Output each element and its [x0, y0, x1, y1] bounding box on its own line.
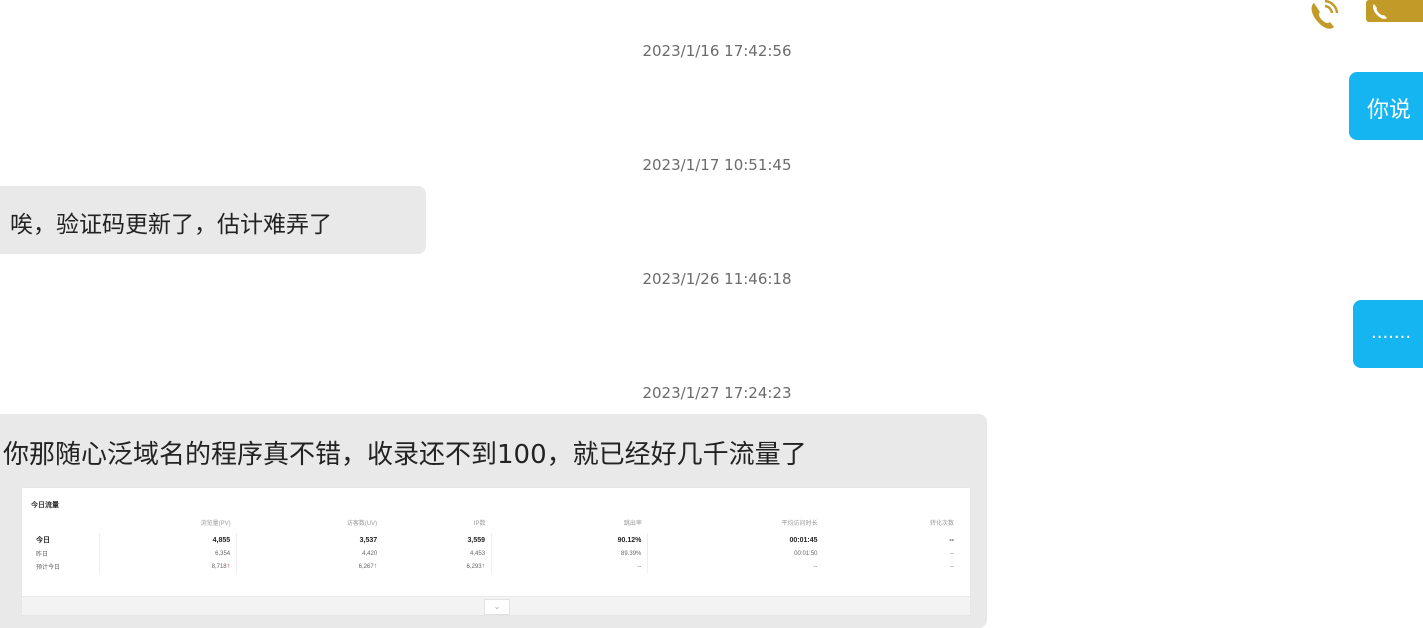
up-arrow-icon: ↑ [373, 563, 378, 570]
stats-title: 今日流量 [31, 502, 59, 509]
incoming-message[interactable]: 唉，验证码更新了，估计难弄了 [0, 186, 426, 254]
stats-col-header [30, 516, 100, 533]
stats-cell-value: 6,293 [466, 564, 482, 570]
stats-cell: -- [950, 563, 954, 570]
stats-cell: 89.39% [491, 547, 648, 560]
phone-icon[interactable] [1308, 0, 1338, 32]
outgoing-message[interactable]: 你说 [1349, 72, 1423, 140]
up-arrow-icon: ↑ [481, 563, 486, 570]
stats-col-header: 转化次数 [929, 521, 954, 527]
handset-icon[interactable] [1366, 0, 1423, 22]
stats-footer: ⌄ [22, 596, 970, 615]
stats-cell: 00:01:45 [647, 533, 824, 547]
incoming-message-text: 你那随心泛域名的程序真不错，收录还不到100，就已经好几千流量了 [3, 440, 807, 470]
message-timestamp: 2023/1/27 17:24:23 [642, 384, 792, 402]
chat-toolbar [1300, 0, 1423, 36]
message-timestamp: 2023/1/16 17:42:56 [642, 42, 792, 60]
stats-row: 昨日 6,354 4,420 4,453 89.39% 00:01:50 -- [30, 547, 960, 560]
stats-cell: 3,537 [236, 533, 384, 547]
stats-row: 今日 4,855 3,537 3,559 90.12% 00:01:45 -- [30, 533, 960, 547]
stats-cell: 4,453 [470, 550, 486, 557]
stats-col-header: 浏览量(PV) [200, 521, 231, 527]
stats-table: 浏览量(PV) 访客数(UV) IP数 跳出率 平均访问时长 转化次数 今日 4… [30, 516, 960, 573]
outgoing-message[interactable]: ....... [1353, 300, 1423, 368]
stats-row-label: 昨日 [36, 552, 49, 558]
stats-row-label: 今日 [36, 537, 50, 544]
stats-cell: 3,559 [467, 536, 486, 544]
stats-cell: -- [647, 560, 824, 573]
message-timestamp: 2023/1/26 11:46:18 [642, 270, 792, 288]
stats-cell-value: 6,267 [358, 564, 374, 570]
outgoing-message-text: ....... [1371, 322, 1412, 343]
stats-cell: 6,354 [99, 547, 237, 560]
stats-cell: 8,718↑ [99, 560, 237, 573]
stats-cell-value: 8,718 [211, 564, 227, 570]
traffic-stats-image[interactable]: 今日流量 浏览量(PV) 访客数(UV) IP数 跳出率 平均访问时长 转化次数… [21, 487, 971, 616]
stats-cell: 4,855 [99, 533, 237, 547]
stats-cell: -- [950, 550, 954, 557]
stats-cell: 00:01:50 [647, 547, 824, 560]
stats-col-header: IP数 [473, 521, 486, 527]
stats-col-header: 平均访问时长 [781, 521, 818, 527]
message-timestamp: 2023/1/17 10:51:45 [642, 156, 792, 174]
outgoing-message-text: 你说 [1367, 98, 1412, 123]
chevron-down-icon[interactable]: ⌄ [484, 599, 510, 615]
stats-row: 预计今日 8,718↑ 6,267↑ 6,293↑ -- -- -- [30, 560, 960, 573]
stats-cell: -- [949, 536, 954, 544]
stats-row-label: 预计今日 [36, 565, 61, 571]
stats-cell: 4,420 [236, 547, 384, 560]
stats-header-row: 浏览量(PV) 访客数(UV) IP数 跳出率 平均访问时长 转化次数 [30, 516, 960, 533]
stats-cell: 6,267↑ [236, 560, 384, 573]
stats-cell: -- [491, 560, 648, 573]
stats-col-header: 访客数(UV) [346, 521, 378, 527]
stats-cell: 90.12% [491, 533, 648, 547]
incoming-message-text: 唉，验证码更新了，估计难弄了 [10, 212, 332, 238]
stats-col-header: 跳出率 [623, 521, 642, 527]
up-arrow-icon: ↑ [226, 563, 231, 570]
stats-cell: 6,293↑ [383, 560, 491, 573]
